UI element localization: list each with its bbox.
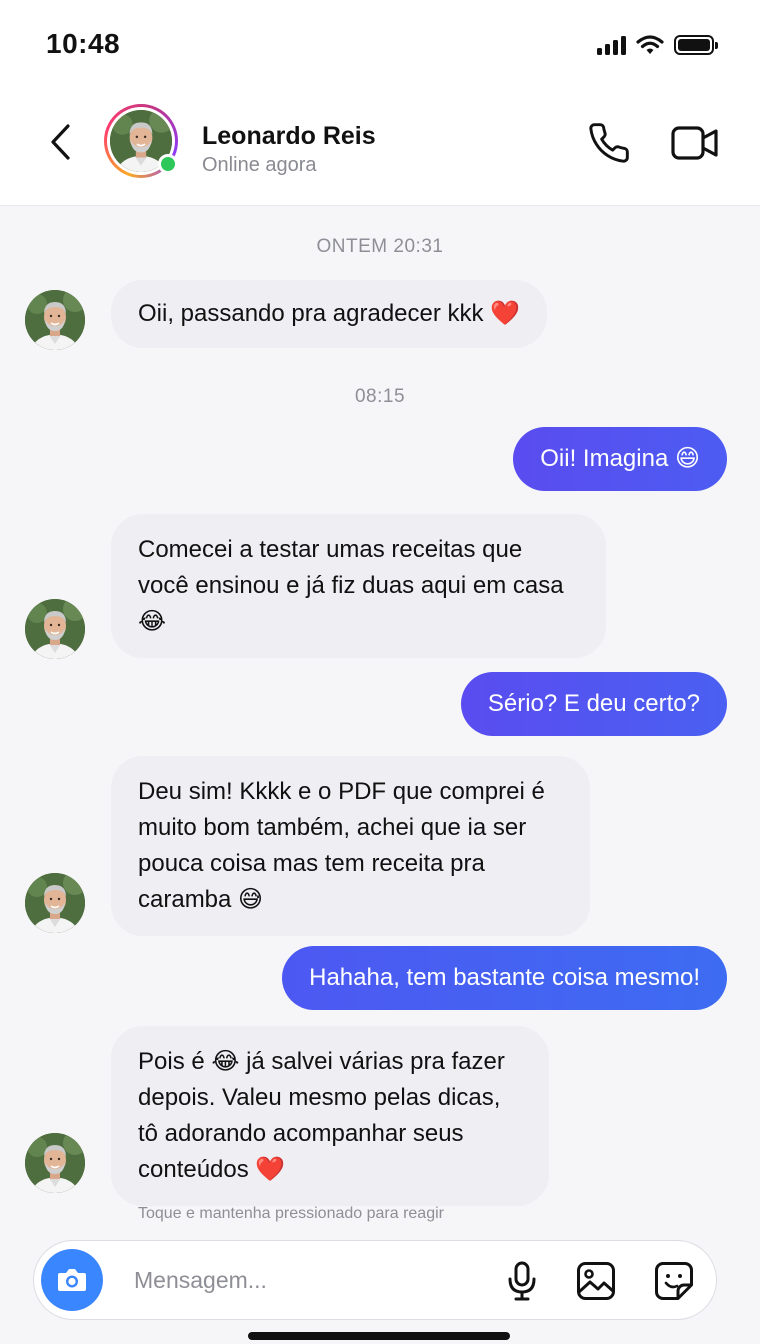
message-avatar[interactable] xyxy=(25,873,85,933)
gallery-icon xyxy=(577,1262,615,1300)
camera-icon xyxy=(58,1269,86,1291)
incoming-message[interactable]: Comecei a testar umas receitas que você … xyxy=(111,514,606,658)
timestamp: 08:15 xyxy=(354,386,406,407)
microphone-icon xyxy=(508,1261,536,1301)
incoming-message[interactable]: Oii, passando pra agradecer kkk ❤️ xyxy=(111,280,548,348)
phone-icon xyxy=(589,123,629,163)
outgoing-message[interactable]: Sério? E deu certo? xyxy=(460,672,727,736)
signal-icon xyxy=(597,35,626,55)
chat-header: Leonardo Reis Online agora xyxy=(0,90,760,206)
video-call-button[interactable] xyxy=(668,118,722,168)
sticker-icon xyxy=(655,1262,693,1300)
message-avatar[interactable] xyxy=(25,1133,85,1193)
video-icon xyxy=(671,126,718,160)
microphone-button[interactable] xyxy=(500,1259,544,1303)
voice-call-button[interactable] xyxy=(584,118,634,168)
reaction-hint: Toque e mantenha pressionado para reagir xyxy=(138,1205,444,1222)
timestamp: ONTEM 20:31 xyxy=(316,236,444,257)
camera-button[interactable] xyxy=(41,1249,103,1311)
battery-icon xyxy=(674,35,718,55)
message-composer xyxy=(33,1240,717,1320)
sticker-button[interactable] xyxy=(652,1259,696,1303)
message-avatar[interactable] xyxy=(25,599,85,659)
message-input[interactable] xyxy=(134,1259,484,1301)
status-time: 10:48 xyxy=(46,28,121,59)
status-icons xyxy=(597,32,718,58)
back-icon xyxy=(51,124,70,160)
outgoing-message[interactable]: Hahaha, tem bastante coisa mesmo! xyxy=(282,946,727,1010)
back-button[interactable] xyxy=(38,120,82,164)
home-indicator xyxy=(248,1332,510,1340)
message-avatar[interactable] xyxy=(25,290,85,350)
contact-name[interactable]: Leonardo Reis xyxy=(202,122,376,151)
incoming-message[interactable]: Deu sim! Kkkk e o PDF que comprei é muit… xyxy=(111,756,590,936)
wifi-icon xyxy=(636,35,664,54)
online-indicator xyxy=(158,154,178,174)
gallery-button[interactable] xyxy=(574,1259,618,1303)
outgoing-message[interactable]: Oii! Imagina 😄 xyxy=(513,427,727,491)
incoming-message[interactable]: Pois é 😂 já salvei várias pra fazer depo… xyxy=(111,1026,549,1206)
contact-status: Online agora xyxy=(202,154,317,176)
status-bar: 10:48 xyxy=(0,0,760,90)
